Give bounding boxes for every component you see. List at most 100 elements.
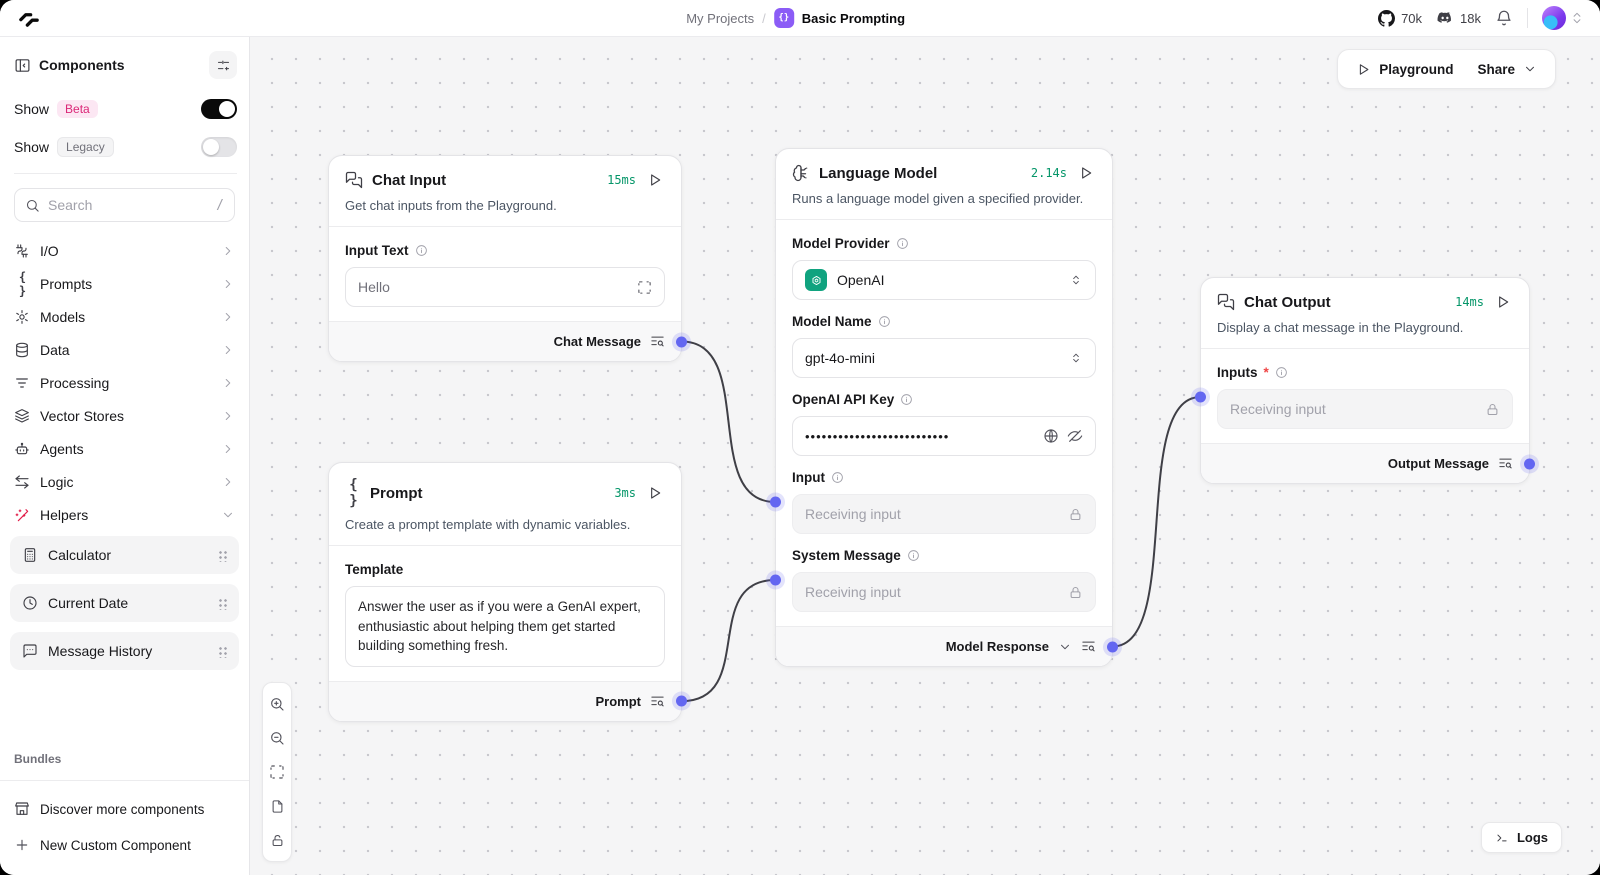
handle-output-message-output[interactable]	[1524, 458, 1535, 469]
expand-icon[interactable]	[637, 280, 652, 295]
beta-badge: Beta	[57, 100, 98, 118]
zoom-in-button[interactable]	[263, 687, 291, 721]
handle-model-response-output[interactable]	[1107, 641, 1118, 652]
user-avatar	[1542, 6, 1566, 30]
chevron-right-icon	[221, 475, 235, 489]
inspect-output-icon[interactable]	[1498, 456, 1513, 471]
model-provider-select[interactable]: OpenAI	[792, 260, 1096, 300]
handle-lm-system-message[interactable]	[770, 575, 781, 586]
chevron-right-icon	[221, 310, 235, 324]
openai-logo-icon	[805, 269, 827, 291]
drag-handle-icon[interactable]	[218, 597, 227, 610]
playground-button[interactable]: Playground	[1344, 56, 1465, 83]
sidebar-item-prompts[interactable]: { } Prompts	[10, 267, 239, 300]
sidebar-item-agents[interactable]: Agents	[10, 432, 239, 465]
lock-icon	[1068, 507, 1083, 522]
node-prompt[interactable]: { } Prompt 3ms Create a prompt template …	[328, 462, 682, 722]
show-legacy-label: Show	[14, 139, 49, 155]
lock-canvas-button[interactable]	[263, 823, 291, 857]
cable-icon	[14, 243, 30, 259]
sidebar-item-helpers[interactable]: Helpers	[10, 498, 239, 531]
run-node-button[interactable]	[645, 170, 665, 190]
sidebar-item-vector-stores[interactable]: Vector Stores	[10, 399, 239, 432]
handle-prompt-output[interactable]	[676, 696, 687, 707]
model-name-select[interactable]: gpt-4o-mini	[792, 338, 1096, 378]
show-legacy-row: Show Legacy	[14, 137, 237, 157]
output-label: Output Message	[1388, 456, 1489, 471]
chevron-down-icon[interactable]	[1058, 640, 1072, 654]
fit-view-button[interactable]	[263, 755, 291, 789]
breadcrumb-project-link[interactable]: My Projects	[686, 11, 754, 26]
langflow-logo-icon[interactable]	[16, 5, 42, 31]
api-key-field[interactable]: ••••••••••••••••••••••••••	[792, 416, 1096, 456]
inspect-output-icon[interactable]	[650, 334, 665, 349]
chevron-down-icon	[221, 508, 235, 522]
sidebar-item-data[interactable]: Data	[10, 333, 239, 366]
node-language-model[interactable]: Language Model 2.14s Runs a language mod…	[775, 148, 1113, 667]
drag-handle-icon[interactable]	[218, 549, 227, 562]
run-node-button[interactable]	[645, 483, 665, 503]
chevron-right-icon	[221, 244, 235, 258]
template-textarea[interactable]: Answer the user as if you were a GenAI e…	[345, 586, 665, 667]
handle-chat-message-output[interactable]	[676, 336, 687, 347]
handle-lm-input[interactable]	[770, 497, 781, 508]
inspect-output-icon[interactable]	[1081, 639, 1096, 654]
input-text-field[interactable]: Hello	[345, 267, 665, 307]
component-card-calculator[interactable]: Calculator	[10, 536, 239, 574]
handle-chat-output-inputs[interactable]	[1195, 392, 1206, 403]
run-node-button[interactable]	[1076, 163, 1096, 183]
inspect-output-icon[interactable]	[650, 694, 665, 709]
sidebar-item-processing[interactable]: Processing	[10, 366, 239, 399]
new-custom-component-button[interactable]: New Custom Component	[14, 827, 235, 863]
sliders-icon	[216, 58, 231, 73]
zoom-out-button[interactable]	[263, 721, 291, 755]
chevrons-up-down-icon	[1069, 351, 1083, 365]
component-card-current-date[interactable]: Current Date	[10, 584, 239, 622]
search-input[interactable]	[48, 197, 208, 213]
run-duration: 14ms	[1455, 295, 1484, 309]
component-search[interactable]: /	[14, 188, 235, 222]
search-icon	[25, 198, 40, 213]
top-bar: My Projects / {} Basic Prompting 70k 18k	[0, 0, 1600, 37]
eye-off-icon[interactable]	[1067, 428, 1083, 444]
clock-icon	[22, 595, 38, 611]
breadcrumb-flow-name[interactable]: Basic Prompting	[802, 11, 905, 26]
run-duration: 3ms	[614, 486, 636, 500]
info-icon[interactable]	[831, 471, 844, 484]
info-icon[interactable]	[1275, 366, 1288, 379]
output-label: Model Response	[946, 639, 1049, 654]
show-beta-toggle[interactable]	[201, 99, 237, 119]
node-chat-output[interactable]: Chat Output 14ms Display a chat message …	[1200, 277, 1530, 484]
show-legacy-toggle[interactable]	[201, 137, 237, 157]
sidebar-item-models[interactable]: Models	[10, 300, 239, 333]
plus-icon	[14, 837, 30, 853]
bot-icon	[14, 441, 30, 457]
node-chat-input[interactable]: Chat Input 15ms Get chat inputs from the…	[328, 155, 682, 362]
info-icon[interactable]	[415, 244, 428, 257]
info-icon[interactable]	[900, 393, 913, 406]
drag-handle-icon[interactable]	[218, 645, 227, 658]
sidebar-item-io[interactable]: I/O	[10, 234, 239, 267]
logs-button[interactable]: Logs	[1481, 822, 1562, 853]
notifications-bell-icon[interactable]	[1495, 9, 1513, 27]
chevron-right-icon	[221, 277, 235, 291]
sidebar-item-logic[interactable]: Logic	[10, 465, 239, 498]
sidebar-settings-button[interactable]	[209, 51, 237, 79]
share-button[interactable]: Share	[1465, 56, 1549, 83]
discover-components-link[interactable]: Discover more components	[14, 791, 235, 827]
info-icon[interactable]	[907, 549, 920, 562]
play-icon	[647, 172, 663, 188]
github-stars-link[interactable]: 70k	[1378, 10, 1422, 27]
node-title: Prompt	[370, 485, 605, 502]
account-menu[interactable]	[1542, 6, 1584, 30]
run-node-button[interactable]	[1493, 292, 1513, 312]
output-label: Prompt	[596, 694, 642, 709]
flow-canvas[interactable]: Playground Share Chat Input 15ms Get c	[250, 37, 1600, 875]
component-card-message-history[interactable]: Message History	[10, 632, 239, 670]
panel-left-icon[interactable]	[14, 57, 31, 74]
info-icon[interactable]	[896, 237, 909, 250]
globe-icon[interactable]	[1043, 428, 1059, 444]
discord-link[interactable]: 18k	[1436, 9, 1481, 27]
add-note-button[interactable]	[263, 789, 291, 823]
info-icon[interactable]	[878, 315, 891, 328]
